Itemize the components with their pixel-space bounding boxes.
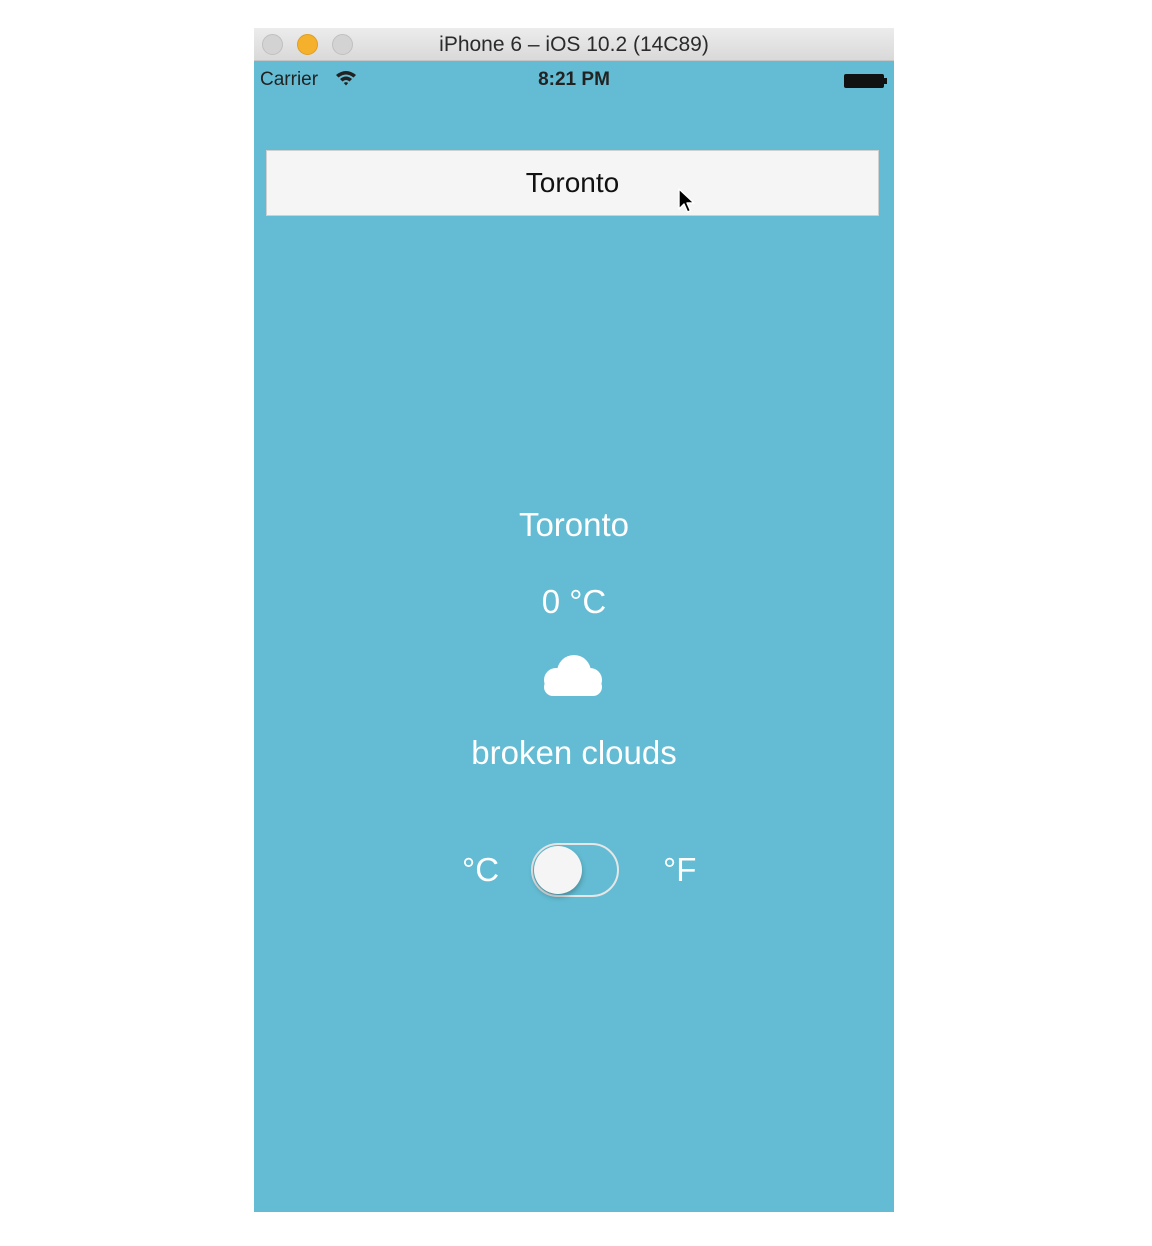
toggle-knob xyxy=(534,846,582,894)
simulator-titlebar: iPhone 6 – iOS 10.2 (14C89) xyxy=(254,28,894,61)
status-bar: Carrier 8:21 PM xyxy=(254,61,894,101)
mouse-pointer-icon xyxy=(678,188,696,221)
weather-temperature: 0 °C xyxy=(541,583,607,620)
simulator-title: iPhone 6 – iOS 10.2 (14C89) xyxy=(439,33,709,56)
weather-city: Toronto xyxy=(518,506,630,543)
weather-description: broken clouds xyxy=(471,734,677,771)
simulator-window: iPhone 6 – iOS 10.2 (14C89) Carrier 8:21… xyxy=(254,28,894,1212)
city-search-input[interactable] xyxy=(266,150,879,216)
fahrenheit-label: °F xyxy=(663,851,697,888)
battery-icon xyxy=(844,74,888,93)
celsius-label: °C xyxy=(462,851,500,888)
unit-toggle-switch[interactable] xyxy=(531,843,619,897)
status-time: 8:21 PM xyxy=(538,69,610,90)
cloud-icon xyxy=(540,650,606,703)
